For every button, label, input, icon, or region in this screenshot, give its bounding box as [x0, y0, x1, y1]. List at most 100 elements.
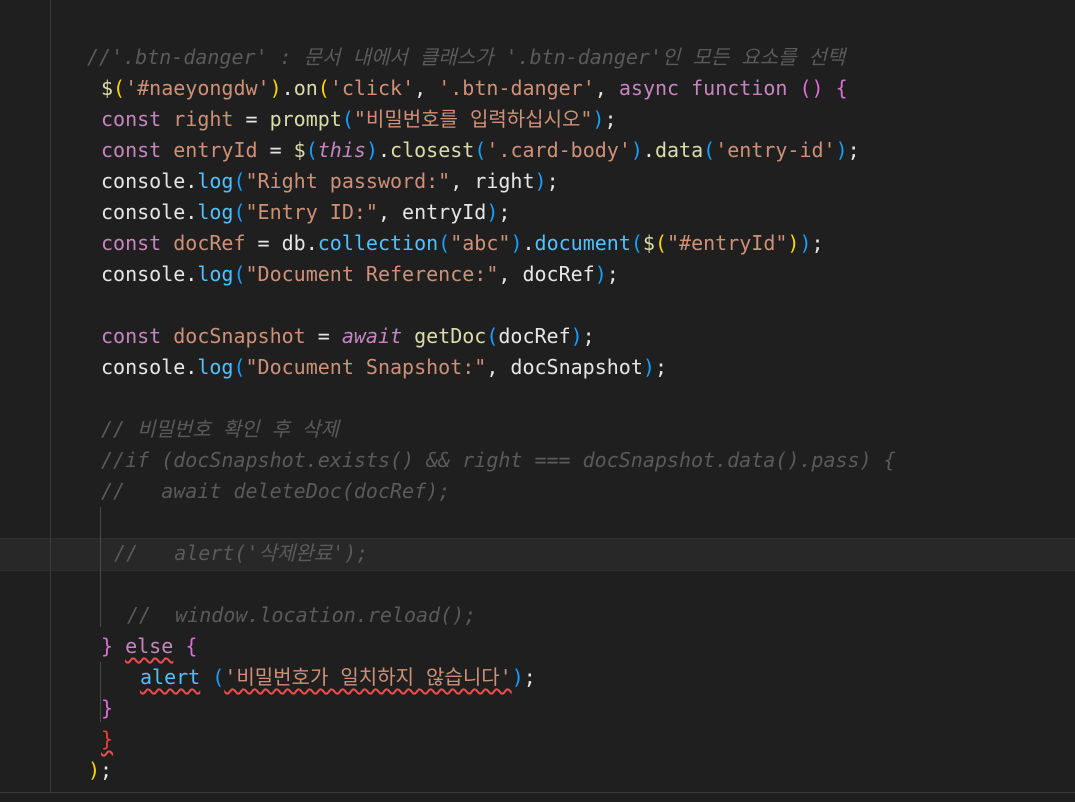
code-token: document [534, 231, 631, 255]
code-token: docRef [498, 324, 571, 348]
code-token: '.card-body' [486, 138, 631, 162]
code-token: ( [233, 169, 246, 193]
code-token: console [101, 200, 186, 224]
code-token: "#entryId" [667, 231, 788, 255]
code-token: '#naeyongdw' [125, 76, 270, 100]
code-token: const [101, 324, 174, 348]
code-token: ; [654, 355, 667, 379]
code-line[interactable]: // alert('삭제완료'); [114, 538, 368, 569]
code-token: ) [486, 200, 499, 224]
code-editor[interactable]: //'.btn-danger' : 문서 내에서 클래스가 '.btn-dang… [0, 0, 1075, 802]
code-token: . [522, 231, 535, 255]
code-token: ; [847, 138, 860, 162]
code-line[interactable]: // await deleteDoc(docRef); [101, 476, 450, 507]
code-token: . [281, 76, 294, 100]
code-line[interactable]: console.log("Right password:", right); [101, 166, 559, 197]
code-token: // 비밀번호 확인 후 삭제 [101, 417, 339, 441]
code-token: getDoc [414, 324, 487, 348]
code-token: ( [630, 231, 643, 255]
code-token: // await deleteDoc(docRef); [101, 479, 451, 503]
code-token: prompt [269, 107, 342, 131]
code-token: ) [592, 107, 605, 131]
code-token: else [125, 634, 174, 658]
code-token: ) [594, 262, 607, 286]
code-token: . [377, 138, 391, 162]
code-token: , docRef [498, 262, 595, 286]
code-line[interactable]: //'.btn-danger' : 문서 내에서 클래스가 '.btn-dang… [87, 42, 845, 73]
code-line[interactable]: } else { [101, 631, 197, 662]
bottom-panel-edge [0, 792, 1075, 802]
code-token: alert [140, 665, 201, 689]
code-token: $ [101, 76, 114, 100]
code-token: docRef [173, 231, 246, 255]
code-token: right [173, 107, 234, 131]
code-token: } [101, 727, 114, 751]
code-token: "Right password:" [245, 169, 451, 193]
code-token: ( [341, 107, 354, 131]
code-token: function [691, 76, 800, 100]
code-line[interactable]: const right = prompt("비밀번호를 입력하십시오"); [101, 104, 617, 135]
code-token: . [185, 355, 198, 379]
code-line[interactable]: //if (docSnapshot.exists() && right === … [101, 445, 896, 476]
code-token: ( [317, 76, 330, 100]
code-token: console [101, 262, 186, 286]
code-token: ( [654, 231, 667, 255]
code-token: //'.btn-danger' : 문서 내에서 클래스가 '.btn-dang… [87, 45, 846, 69]
code-line[interactable]: } [101, 693, 113, 724]
code-line[interactable]: console.log("Document Reference:", docRe… [101, 259, 619, 290]
code-token: ( [212, 665, 225, 689]
code-token: ; [606, 262, 619, 286]
code-token: '비밀번호가 일치하지 않습니다' [224, 665, 512, 689]
code-token: console [101, 355, 186, 379]
code-token: ) [269, 76, 282, 100]
code-token: on [293, 76, 318, 100]
code-token: // window.location.reload(); [127, 603, 477, 627]
code-token: = db. [245, 231, 318, 255]
code-line[interactable]: // window.location.reload(); [127, 600, 476, 631]
code-token: . [185, 200, 198, 224]
code-line[interactable]: console.log("Document Snapshot:", docSna… [101, 352, 667, 383]
code-token: log [197, 355, 234, 379]
code-token: ) [787, 231, 800, 255]
code-token: ; [604, 107, 617, 131]
code-token: 'entry-id' [715, 138, 836, 162]
code-token: "비밀번호를 입력하십시오" [353, 107, 593, 131]
code-line[interactable]: const docRef = db.collection("abc").docu… [101, 228, 824, 259]
code-token: async [618, 76, 692, 100]
code-token: // alert('삭제완료'); [114, 541, 369, 565]
code-token: ) [534, 169, 547, 193]
code-token: $ [293, 138, 306, 162]
code-line[interactable]: ); [88, 755, 112, 786]
code-token: ) [365, 138, 378, 162]
code-token: , docSnapshot [486, 355, 643, 379]
code-token: collection [317, 231, 439, 255]
code-line[interactable]: // 비밀번호 확인 후 삭제 [101, 414, 339, 445]
code-token: console [101, 169, 186, 193]
code-line[interactable]: alert ('비밀번호가 일치하지 않습니다'); [140, 662, 536, 693]
code-token: ) [511, 665, 524, 689]
code-line[interactable]: const entryId = $(this).closest('.card-b… [101, 135, 860, 166]
code-token: ; [582, 324, 595, 348]
code-line[interactable]: } [101, 724, 113, 755]
code-token: this [317, 138, 366, 162]
code-line[interactable]: $('#naeyongdw').on('click', '.btn-danger… [101, 73, 848, 104]
code-token: = [257, 138, 294, 162]
code-token: //if (docSnapshot.exists() && right === … [101, 448, 896, 472]
code-token: } [101, 634, 126, 658]
code-token: "Document Snapshot:" [245, 355, 487, 379]
indent-guide [100, 507, 101, 627]
code-line[interactable]: const docSnapshot = await getDoc(docRef)… [101, 321, 595, 352]
code-token: = [305, 324, 342, 348]
code-token: log [197, 262, 234, 286]
code-token: . [642, 138, 655, 162]
code-token: docSnapshot [173, 324, 306, 348]
code-token: . [185, 262, 198, 286]
code-token: ( [486, 324, 499, 348]
code-line[interactable]: console.log("Entry ID:", entryId); [101, 197, 510, 228]
code-token: data [654, 138, 704, 162]
code-token: ) [799, 231, 812, 255]
code-token: ( [113, 76, 126, 100]
gutter-divider [50, 0, 51, 802]
